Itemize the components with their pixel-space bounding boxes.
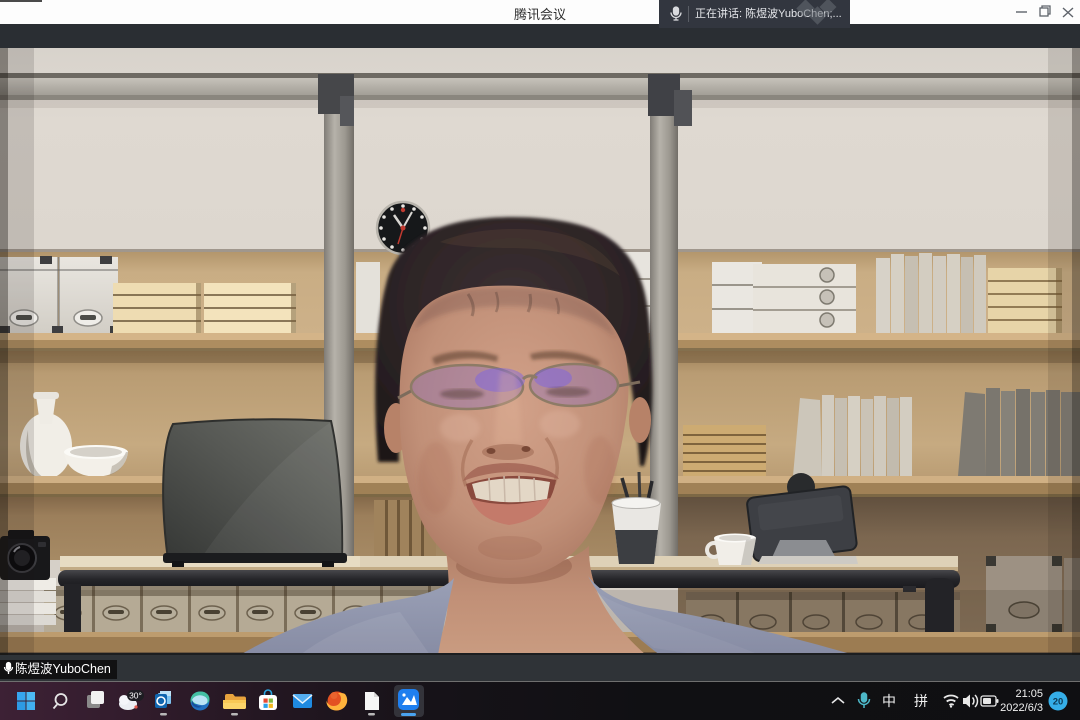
svg-text:拼: 拼 xyxy=(914,693,928,709)
svg-text:21:05: 21:05 xyxy=(1015,688,1043,700)
svg-text:20: 20 xyxy=(1053,697,1064,708)
svg-text:2022/6/3: 2022/6/3 xyxy=(1000,702,1043,714)
svg-text:中: 中 xyxy=(882,693,896,709)
svg-text:30°: 30° xyxy=(129,691,142,701)
